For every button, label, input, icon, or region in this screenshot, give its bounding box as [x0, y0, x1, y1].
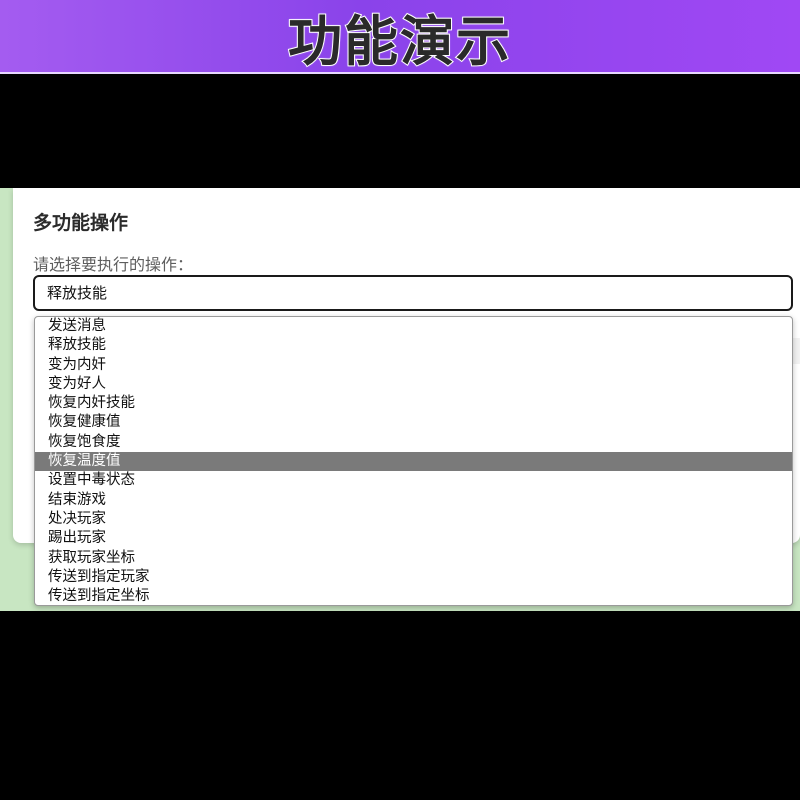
dropdown-option[interactable]: 处决玩家	[35, 510, 792, 529]
dropdown-option[interactable]: 传送到指定坐标	[35, 587, 792, 605]
dropdown-option[interactable]: 获取玩家坐标	[35, 549, 792, 568]
operation-dropdown-list[interactable]: 发送消息 释放技能 变为内奸 变为好人 恢复内奸技能 恢复健康值 恢复饱食度 恢复温度值 设置中…	[34, 316, 793, 606]
dropdown-option[interactable]: 变为内奸	[35, 356, 792, 375]
dropdown-option[interactable]: 释放技能	[35, 336, 792, 355]
dropdown-option[interactable]: 恢复内奸技能	[35, 394, 792, 413]
dropdown-option[interactable]: 传送到指定玩家	[35, 568, 792, 587]
dropdown-option[interactable]: 恢复饱食度	[35, 433, 792, 452]
dropdown-option[interactable]: 恢复健康值	[35, 413, 792, 432]
dropdown-option[interactable]: 发送消息	[35, 317, 792, 336]
dropdown-option[interactable]: 恢复温度值	[35, 452, 792, 472]
dropdown-option[interactable]: 踢出玩家	[35, 529, 792, 548]
dropdown-option[interactable]: 结束游戏	[35, 491, 792, 510]
dropdown-option[interactable]: 设置中毒状态	[35, 471, 792, 490]
card-title: 多功能操作	[33, 212, 129, 234]
dropdown-option[interactable]: 变为好人	[35, 375, 792, 394]
operation-select[interactable]: 释放技能	[33, 275, 793, 311]
banner-title: 功能演示	[287, 9, 512, 74]
select-label: 请选择要执行的操作：	[33, 255, 194, 274]
demo-banner: 功能演示	[0, 0, 800, 74]
